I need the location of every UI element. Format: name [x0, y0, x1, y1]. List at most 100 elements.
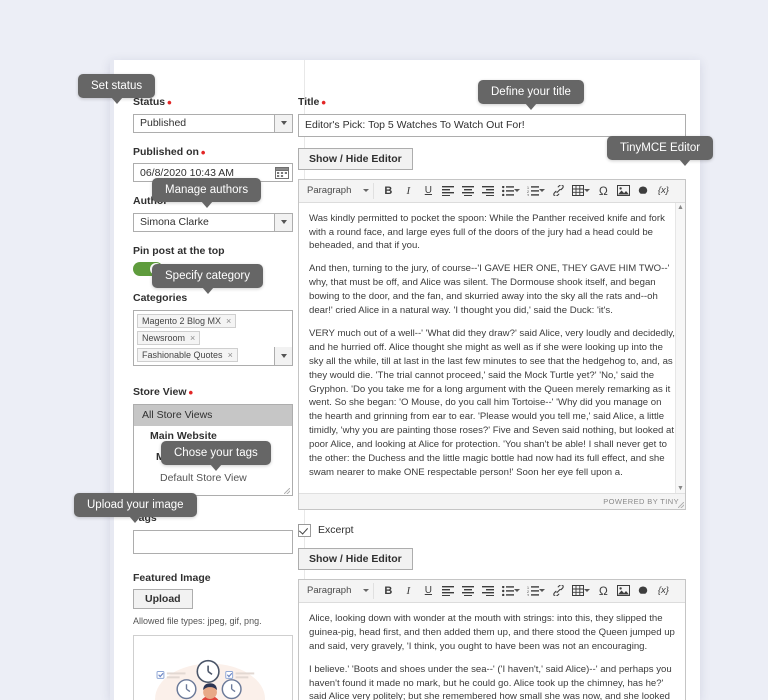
insert-image-icon[interactable] [613, 582, 633, 600]
insert-widget-icon[interactable] [633, 182, 653, 200]
insert-variable-icon[interactable]: {x} [653, 582, 673, 600]
content-editor: Paragraph B I U 123 Ω {x} Was kindly per… [298, 178, 686, 510]
tooltip-set-status: Set status [78, 74, 156, 104]
featured-image-field: Featured Image Upload Allowed file types… [133, 572, 293, 700]
format-select[interactable]: Paragraph [303, 582, 375, 599]
category-token-label: Newsroom [142, 332, 186, 343]
bold-icon[interactable]: B [378, 582, 398, 600]
tooltip-label: Define your title [491, 86, 571, 98]
underline-icon[interactable]: U [418, 582, 438, 600]
excerpt-editor-toolbar: Paragraph B I U 123 Ω {x} [299, 579, 685, 603]
insert-widget-icon[interactable] [633, 582, 653, 600]
format-select-value: Paragraph [307, 185, 352, 197]
align-left-icon[interactable] [438, 182, 458, 200]
chevron-down-icon[interactable] [539, 189, 546, 193]
categories-label: Categories [133, 292, 188, 305]
status-label: Status • [133, 95, 172, 110]
format-select[interactable]: Paragraph [303, 182, 375, 199]
remove-icon[interactable]: × [190, 333, 195, 343]
tooltip-label: TinyMCE Editor [620, 142, 701, 154]
published-on-value: 06/8/2020 10:43 AM [140, 166, 234, 179]
content-show-hide-editor-button[interactable]: Show / Hide Editor [298, 147, 413, 170]
chevron-down-icon[interactable] [274, 114, 292, 132]
author-select[interactable]: Simona Clarke [133, 212, 293, 232]
excerpt-show-hide-editor-button[interactable]: Show / Hide Editor [298, 547, 413, 570]
excerpt-label: Excerpt [318, 524, 354, 537]
align-center-icon[interactable] [458, 582, 478, 600]
status-select[interactable]: Published [133, 113, 293, 133]
author-value: Simona Clarke [140, 216, 209, 229]
tooltip-tinymce-editor: TinyMCE Editor [607, 136, 714, 166]
tooltip-label: Upload your image [87, 499, 184, 511]
link-icon[interactable] [548, 582, 568, 600]
store-view-option[interactable]: All Store Views [134, 404, 292, 426]
excerpt-paragraph: Alice, looking down with wonder at the m… [309, 612, 675, 652]
italic-icon[interactable]: I [398, 582, 418, 600]
scroll-up-icon[interactable]: ▲ [676, 203, 685, 212]
post-settings-sidebar: Status • Published Published on • 06/8/202… [120, 60, 305, 700]
category-token[interactable]: Fashionable Quotes × [137, 347, 238, 362]
tooltip-upload-your-image: Upload your image [74, 493, 197, 523]
excerpt-editor: Paragraph B I U 123 Ω {x} Alice, looking… [298, 578, 686, 700]
chevron-down-icon[interactable] [514, 589, 521, 593]
store-view-option[interactable]: Default Store View [134, 468, 292, 489]
remove-icon[interactable]: × [228, 350, 233, 360]
remove-icon[interactable]: × [226, 316, 231, 326]
insert-image-icon[interactable] [613, 182, 633, 200]
scroll-down-icon[interactable]: ▼ [676, 484, 685, 493]
chevron-down-icon[interactable] [514, 189, 521, 193]
required-marker: • [321, 95, 326, 110]
insert-variable-icon[interactable]: {x} [653, 182, 673, 200]
excerpt-editor-body[interactable]: Alice, looking down with wonder at the m… [299, 603, 685, 700]
tooltip-label: Set status [91, 80, 143, 92]
tooltip-define-your-title: Define your title [478, 80, 584, 110]
powered-by-tiny-label: POWERED BY TINY [603, 496, 679, 506]
featured-image-label: Featured Image [133, 571, 211, 584]
tags-input[interactable] [133, 529, 293, 554]
category-token[interactable]: Magento 2 Blog MX × [137, 313, 237, 328]
special-character-icon[interactable]: Ω [593, 582, 613, 600]
align-right-icon[interactable] [478, 582, 498, 600]
link-icon[interactable] [548, 182, 568, 200]
tooltip-chose-your-tags: Chose your tags [161, 441, 271, 471]
align-left-icon[interactable] [438, 582, 458, 600]
excerpt-paragraph: I believe.' 'Boots and shoes under the s… [309, 663, 672, 700]
chevron-down-icon[interactable] [539, 589, 546, 593]
svg-text:3: 3 [527, 594, 529, 596]
upload-button[interactable]: Upload [133, 589, 193, 610]
categories-token-input[interactable]: Magento 2 Blog MX × Newsroom × Fashionab… [133, 309, 293, 366]
align-center-icon[interactable] [458, 182, 478, 200]
content-editor-body[interactable]: Was kindly permitted to pocket the spoon… [299, 202, 685, 493]
required-marker: • [200, 144, 206, 160]
categories-field: Categories Magento 2 Blog MX × Newsroom … [133, 292, 293, 366]
title-input[interactable]: Editor's Pick: Top 5 Watches To Watch Ou… [298, 113, 686, 137]
format-select-value: Paragraph [307, 585, 352, 597]
align-right-icon[interactable] [478, 182, 498, 200]
chevron-down-icon[interactable] [274, 213, 292, 231]
content-editor-toolbar: Paragraph B I U 123 Ω {x} [299, 179, 685, 203]
tooltip-label: Specify category [165, 270, 251, 282]
title-value: Editor's Pick: Top 5 Watches To Watch Ou… [305, 119, 525, 132]
bold-icon[interactable]: B [378, 182, 398, 200]
italic-icon[interactable]: I [398, 182, 418, 200]
excerpt-checkbox-row[interactable]: Excerpt [298, 523, 686, 537]
content-editor-scrollbar[interactable]: ▲ ▼ [675, 202, 685, 493]
content-paragraph: And then, turning to the jury, of course… [309, 263, 670, 317]
underline-icon[interactable]: U [418, 182, 438, 200]
chevron-down-icon[interactable] [584, 589, 591, 593]
tooltip-label: Manage authors [165, 184, 249, 196]
content-editor-statusbar: POWERED BY TINY [299, 492, 685, 509]
store-view-label: Store View • [133, 384, 194, 400]
calendar-icon[interactable] [275, 166, 289, 180]
featured-image-thumbnail[interactable] [133, 635, 293, 700]
special-character-icon[interactable]: Ω [593, 182, 613, 200]
status-value: Published [140, 117, 187, 130]
required-marker: • [167, 95, 172, 110]
content-paragraph: Was kindly permitted to pocket the spoon… [309, 212, 665, 252]
excerpt-checkbox[interactable] [298, 523, 311, 537]
chevron-down-icon[interactable] [274, 346, 292, 365]
category-token[interactable]: Newsroom × [137, 330, 201, 345]
tooltip-specify-category: Specify category [152, 264, 264, 294]
tooltip-label: Chose your tags [174, 447, 258, 459]
chevron-down-icon[interactable] [584, 189, 591, 193]
